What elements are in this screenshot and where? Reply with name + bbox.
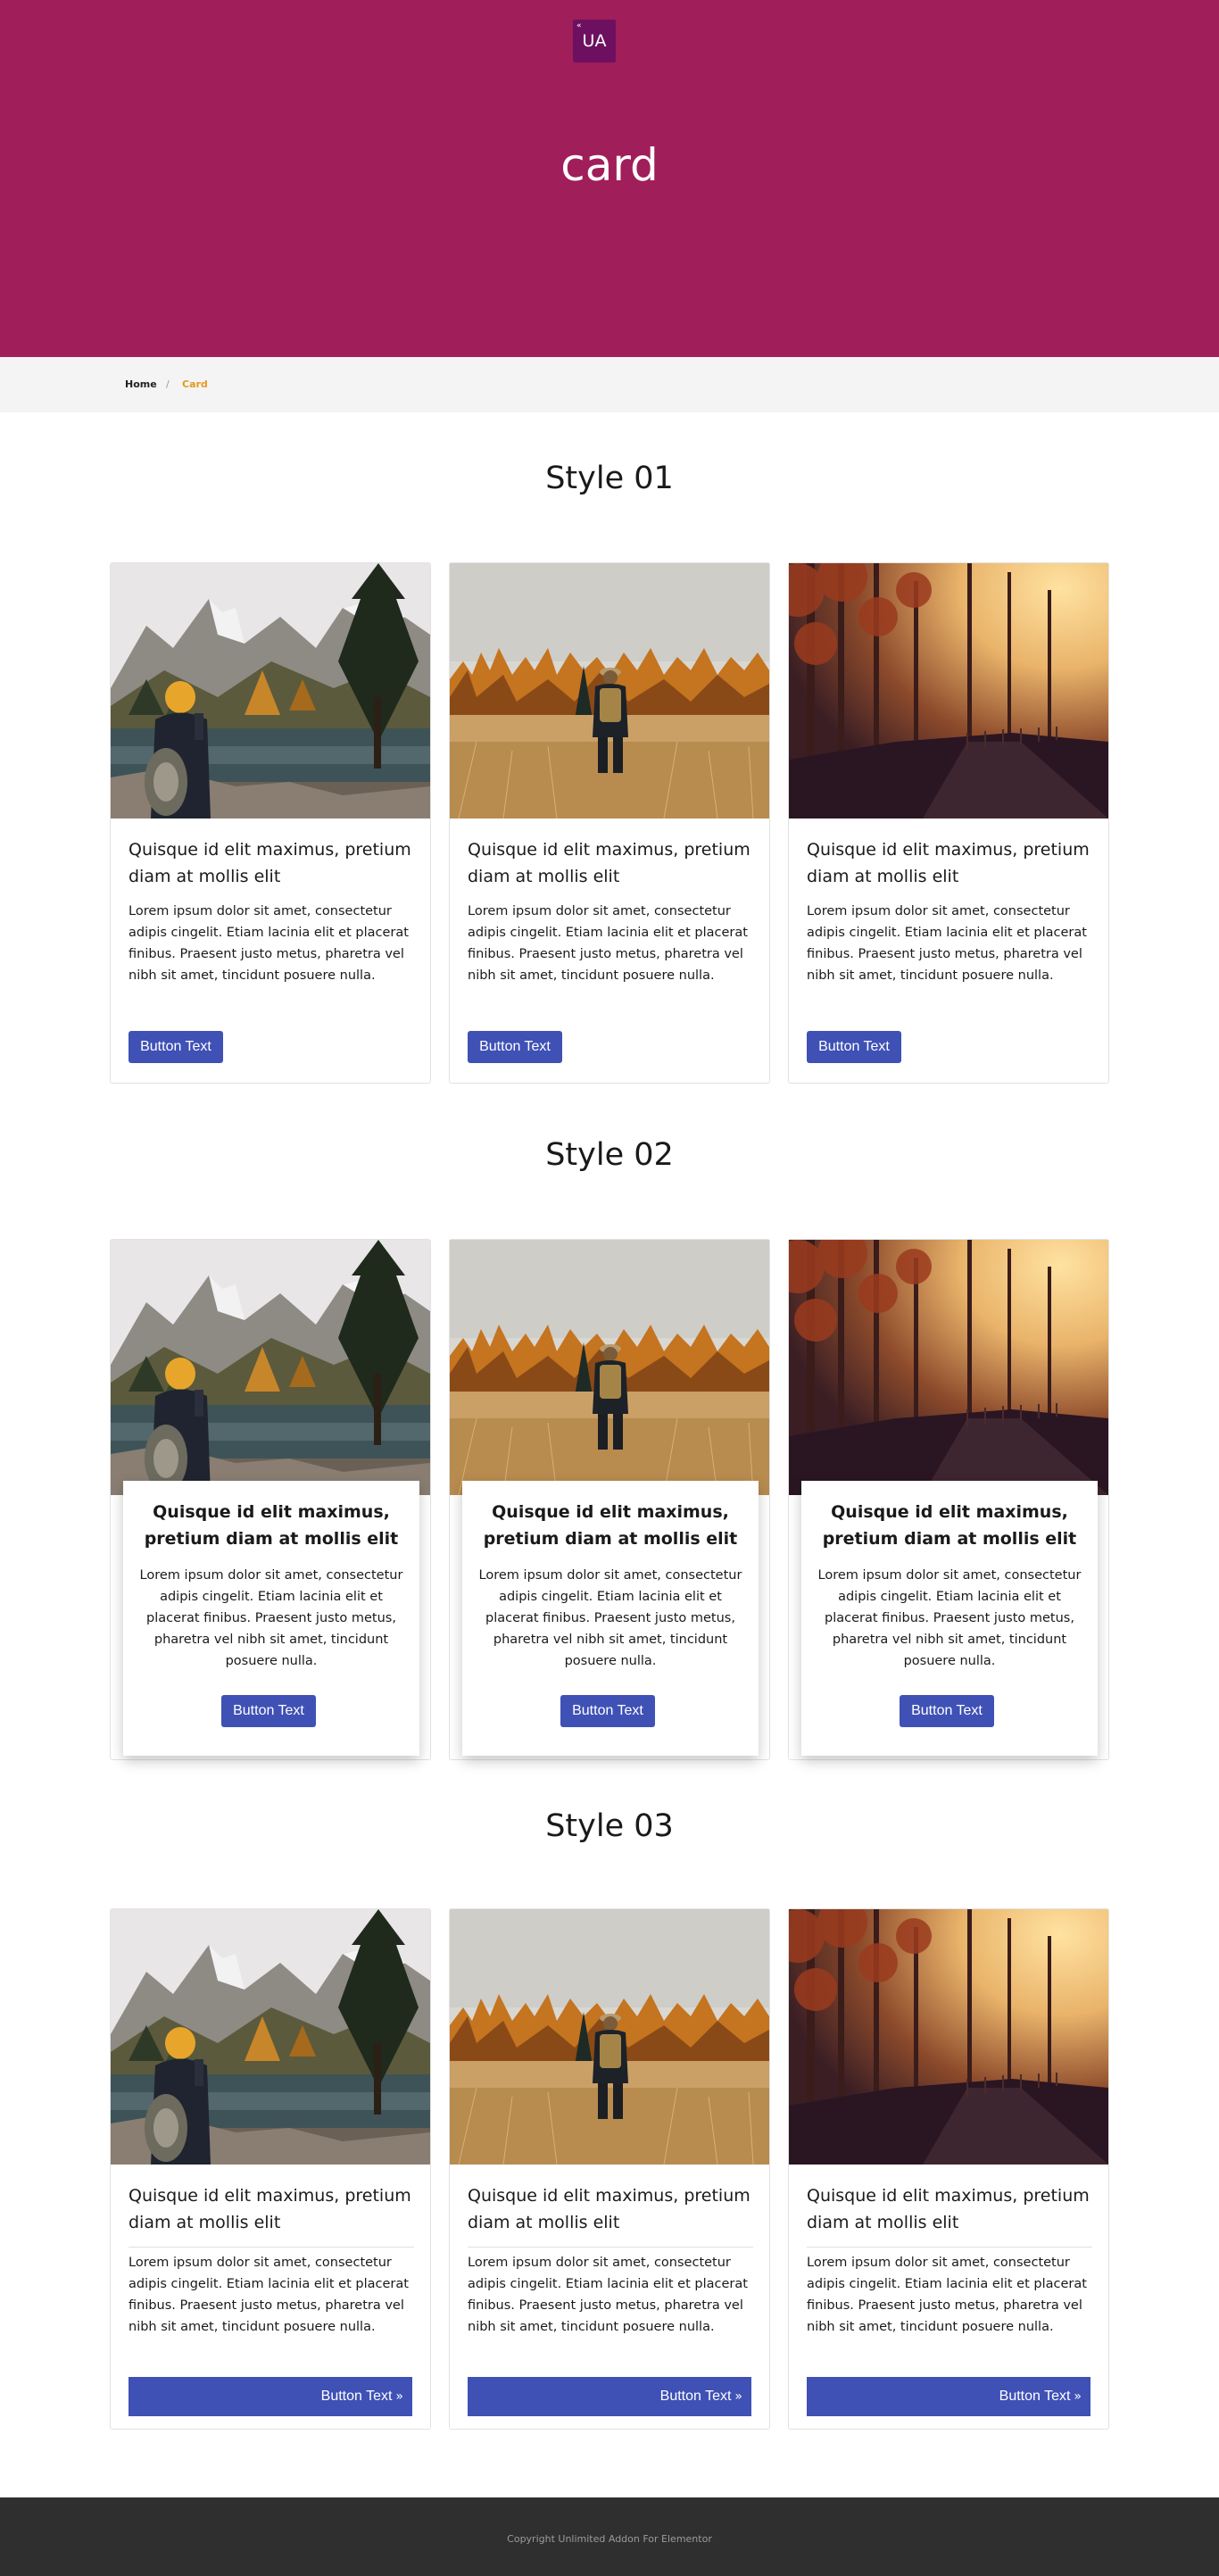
autumn-field-hiker-image bbox=[450, 1240, 769, 1495]
card-text: Lorem ipsum dolor sit amet, consectetur … bbox=[139, 1568, 403, 1668]
page-footer: Copyright Unlimited Addon For Elementor bbox=[0, 2497, 1219, 2576]
card: Quisque id elit maximus, pretium diam at… bbox=[788, 562, 1109, 1084]
breadcrumb-separator: / bbox=[166, 378, 170, 390]
double-chevron-right-icon: » bbox=[1074, 2389, 1082, 2404]
card: Quisque id elit maximus, pretium diam at… bbox=[788, 1239, 1109, 1760]
card-button[interactable]: Button Text» bbox=[807, 2377, 1090, 2416]
breadcrumb-current: Card bbox=[182, 378, 208, 390]
card-button[interactable]: Button Text bbox=[560, 1695, 655, 1727]
card-title: Quisque id elit maximus, pretium diam at… bbox=[129, 840, 411, 886]
breadcrumb: Home / Card bbox=[0, 357, 1219, 412]
card-divider bbox=[468, 2247, 753, 2248]
card: Quisque id elit maximus, pretium diam at… bbox=[110, 1239, 431, 1760]
section-title-style-03: Style 03 bbox=[545, 1808, 674, 1844]
logo-text: UA bbox=[582, 31, 607, 51]
card-divider bbox=[129, 2247, 414, 2248]
autumn-field-hiker-image bbox=[450, 563, 769, 819]
mountain-lake-hiker-image bbox=[111, 1240, 430, 1495]
card-text: Lorem ipsum dolor sit amet, consectetur … bbox=[807, 2256, 1087, 2334]
section-title-style-02: Style 02 bbox=[545, 1137, 674, 1173]
card-text: Lorem ipsum dolor sit amet, consectetur … bbox=[817, 1568, 1082, 1668]
card-text: Lorem ipsum dolor sit amet, consectetur … bbox=[129, 2256, 409, 2334]
double-chevron-right-icon: » bbox=[395, 2389, 403, 2404]
card-text: Lorem ipsum dolor sit amet, consectetur … bbox=[468, 2256, 748, 2334]
card-button-label: Button Text bbox=[659, 2389, 732, 2404]
autumn-forest-sunset-image bbox=[789, 563, 1108, 819]
card-title: Quisque id elit maximus, pretium diam at… bbox=[468, 840, 750, 886]
card-content-box: Quisque id elit maximus, pretium diam at… bbox=[462, 1481, 759, 1756]
double-chevron-right-icon: » bbox=[734, 2389, 742, 2404]
card-title: Quisque id elit maximus, pretium diam at… bbox=[144, 1502, 399, 1549]
card-title: Quisque id elit maximus, pretium diam at… bbox=[483, 1502, 738, 1549]
site-logo[interactable]: « UA bbox=[573, 20, 616, 62]
card-title: Quisque id elit maximus, pretium diam at… bbox=[468, 2186, 750, 2232]
card-divider bbox=[807, 2247, 1092, 2248]
breadcrumb-home-link[interactable]: Home bbox=[125, 378, 157, 390]
card-text: Lorem ipsum dolor sit amet, consectetur … bbox=[807, 904, 1087, 983]
card-button[interactable]: Button Text bbox=[129, 1031, 223, 1063]
card-text: Lorem ipsum dolor sit amet, consectetur … bbox=[468, 904, 748, 983]
card-title: Quisque id elit maximus, pretium diam at… bbox=[822, 1502, 1077, 1549]
card: Quisque id elit maximus, pretium diam at… bbox=[449, 1239, 770, 1760]
card-button[interactable]: Button Text bbox=[468, 1031, 562, 1063]
logo-mark: « bbox=[576, 21, 582, 30]
card-title: Quisque id elit maximus, pretium diam at… bbox=[129, 2186, 411, 2232]
card-content-box: Quisque id elit maximus, pretium diam at… bbox=[801, 1481, 1098, 1756]
section-title-style-01: Style 01 bbox=[545, 461, 674, 496]
card-text: Lorem ipsum dolor sit amet, consectetur … bbox=[129, 904, 409, 983]
card-title: Quisque id elit maximus, pretium diam at… bbox=[807, 2186, 1090, 2232]
card-text: Lorem ipsum dolor sit amet, consectetur … bbox=[478, 1568, 742, 1668]
autumn-forest-sunset-image bbox=[789, 1240, 1108, 1495]
card-title: Quisque id elit maximus, pretium diam at… bbox=[807, 840, 1090, 886]
card-button[interactable]: Button Text bbox=[807, 1031, 901, 1063]
card: Quisque id elit maximus, pretium diam at… bbox=[449, 562, 770, 1084]
autumn-forest-sunset-image bbox=[789, 1909, 1108, 2165]
card-button-label: Button Text bbox=[999, 2389, 1071, 2404]
mountain-lake-hiker-image bbox=[111, 563, 430, 819]
card-button[interactable]: Button Text bbox=[221, 1695, 316, 1727]
card-button[interactable]: Button Text bbox=[900, 1695, 994, 1727]
autumn-field-hiker-image bbox=[450, 1909, 769, 2165]
card: Quisque id elit maximus, pretium diam at… bbox=[110, 1908, 431, 2430]
card: Quisque id elit maximus, pretium diam at… bbox=[788, 1908, 1109, 2430]
page-header: « UA card bbox=[0, 0, 1219, 357]
footer-copyright: Copyright Unlimited Addon For Elementor bbox=[507, 2533, 712, 2545]
card: Quisque id elit maximus, pretium diam at… bbox=[449, 1908, 770, 2430]
card: Quisque id elit maximus, pretium diam at… bbox=[110, 562, 431, 1084]
card-button[interactable]: Button Text» bbox=[129, 2377, 412, 2416]
mountain-lake-hiker-image bbox=[111, 1909, 430, 2165]
card-button[interactable]: Button Text» bbox=[468, 2377, 751, 2416]
card-content-box: Quisque id elit maximus, pretium diam at… bbox=[123, 1481, 419, 1756]
card-button-label: Button Text bbox=[320, 2389, 393, 2404]
page-title: card bbox=[560, 139, 659, 191]
